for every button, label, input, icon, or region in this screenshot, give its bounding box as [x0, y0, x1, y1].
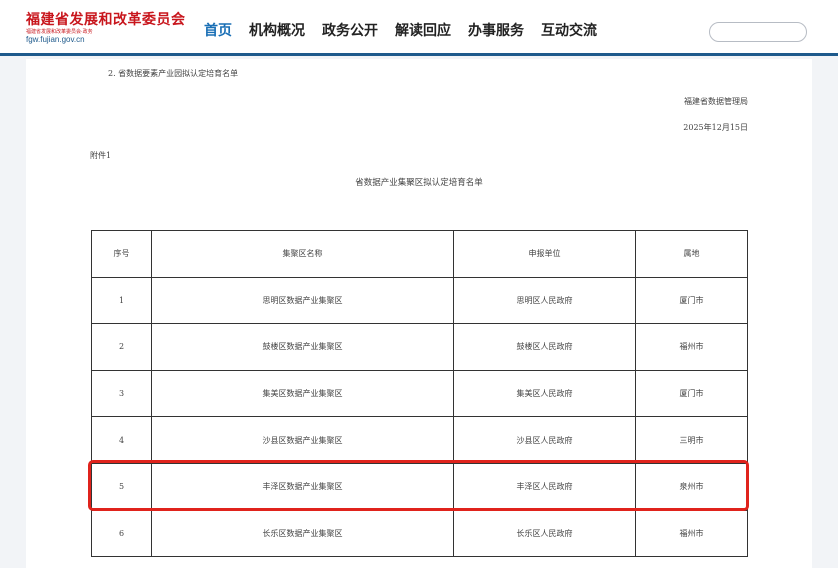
nav-organization[interactable]: 机构概况: [249, 20, 305, 44]
main-nav: 首页 机构概况 政务公开 解读回应 办事服务 互动交流: [196, 20, 614, 44]
table-row: 3 集美区数据产业集聚区 集美区人民政府 厦门市: [91, 369, 748, 418]
cell-applicant: 长乐区人民政府: [453, 509, 636, 558]
cell-index: 1: [91, 276, 152, 325]
cell-applicant: 丰泽区人民政府: [453, 462, 636, 511]
cell-cluster-name: 思明区数据产业集聚区: [151, 276, 454, 325]
cell-cluster-name: 鼓楼区数据产业集聚区: [151, 323, 454, 371]
logo-url: fgw.fujian.gov.cn: [26, 35, 85, 44]
cell-locality: 福州市: [635, 509, 748, 558]
cell-locality: 三明市: [635, 416, 748, 464]
cell-cluster-name: 丰泽区数据产业集聚区: [151, 462, 454, 511]
cell-cluster-name: 长乐区数据产业集聚区: [151, 509, 454, 558]
search-input[interactable]: [710, 25, 806, 44]
cell-index: 2: [91, 323, 152, 371]
cell-index: 6: [91, 509, 152, 558]
column-header-cluster-name: 集聚区名称: [151, 230, 454, 278]
cell-cluster-name: 集美区数据产业集聚区: [151, 369, 454, 418]
logo-title: 福建省发展和改革委员会: [26, 12, 186, 28]
nav-interaction[interactable]: 互动交流: [541, 20, 597, 44]
nav-government-affairs[interactable]: 政务公开: [322, 20, 378, 44]
cell-index: 4: [91, 416, 152, 464]
cell-index: 5: [91, 462, 152, 511]
table-row: 2 鼓楼区数据产业集聚区 鼓楼区人民政府 福州市: [91, 323, 748, 371]
column-header-applicant: 申报单位: [453, 230, 636, 278]
search-box: [709, 22, 807, 44]
table-row: 4 沙县区数据产业集聚区 沙县区人民政府 三明市: [91, 416, 748, 464]
table-row: 1 思明区数据产业集聚区 思明区人民政府 厦门市: [91, 276, 748, 325]
cell-locality: 厦门市: [635, 369, 748, 418]
cell-applicant: 鼓楼区人民政府: [453, 323, 636, 371]
cell-index: 3: [91, 369, 152, 418]
table-row: 6 长乐区数据产业集聚区 长乐区人民政府 福州市: [91, 509, 748, 558]
cell-applicant: 沙县区人民政府: [453, 416, 636, 464]
table-row-highlighted: 5 丰泽区数据产业集聚区 丰泽区人民政府 泉州市: [91, 462, 748, 511]
column-header-index: 序号: [91, 230, 152, 278]
document-item-line: 2. 省数据要素产业园拟认定培育名单: [108, 69, 239, 78]
nav-services[interactable]: 办事服务: [468, 20, 524, 44]
nav-interpretation[interactable]: 解读回应: [395, 20, 451, 44]
list-title: 省数据产业集聚区拟认定培育名单: [355, 178, 483, 188]
site-header: 福建省发展和改革委员会 福建省发展和改革委员会·政务 fgw.fujian.go…: [0, 0, 838, 56]
issue-date: 2025年12月15日: [683, 123, 748, 132]
cell-cluster-name: 沙县区数据产业集聚区: [151, 416, 454, 464]
cell-locality: 福州市: [635, 323, 748, 371]
site-logo[interactable]: 福建省发展和改革委员会 福建省发展和改革委员会·政务 fgw.fujian.go…: [26, 12, 186, 44]
table-header-row: 序号 集聚区名称 申报单位 属地: [91, 230, 748, 278]
cell-locality: 泉州市: [635, 462, 748, 511]
column-header-locality: 属地: [635, 230, 748, 278]
cluster-table: 序号 集聚区名称 申报单位 属地 1 思明区数据产业集聚区 思明区人民政府 厦门…: [91, 230, 748, 558]
cell-applicant: 思明区人民政府: [453, 276, 636, 325]
nav-home[interactable]: 首页: [204, 20, 232, 44]
cell-locality: 厦门市: [635, 276, 748, 325]
cell-applicant: 集美区人民政府: [453, 369, 636, 418]
annex-label: 附件1: [90, 151, 112, 160]
issuer-name: 福建省数据管理局: [684, 97, 748, 106]
